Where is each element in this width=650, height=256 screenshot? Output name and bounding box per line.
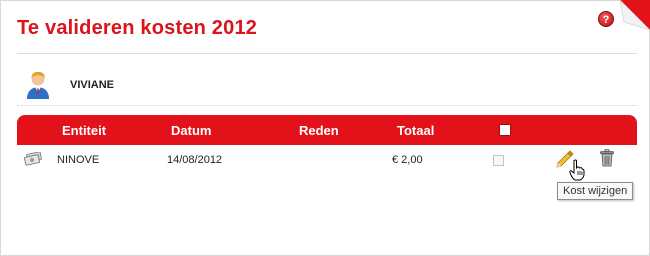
- user-divider: [17, 105, 637, 106]
- user-name: VIVIANE: [70, 79, 115, 91]
- expenses-panel: Te valideren kosten 2012 ? VIVIANE Entit…: [0, 0, 650, 256]
- select-all-checkbox[interactable]: [499, 124, 511, 136]
- page-title: Te valideren kosten 2012: [17, 17, 258, 39]
- page-curl-icon: [620, 0, 650, 30]
- edit-tooltip: Kost wijzigen: [557, 182, 634, 200]
- cell-datum: 14/08/2012: [167, 154, 223, 166]
- table-row: NINOVE 14/08/2012 € 2,00: [17, 147, 637, 181]
- column-header-entiteit[interactable]: Entiteit: [62, 123, 106, 138]
- money-bills-icon: [24, 152, 42, 166]
- user-avatar-icon: [27, 71, 49, 99]
- row-checkbox[interactable]: [493, 155, 504, 166]
- title-divider: [17, 53, 637, 54]
- help-icon[interactable]: ?: [598, 11, 614, 27]
- column-header-datum[interactable]: Datum: [171, 123, 211, 138]
- trash-icon[interactable]: [599, 149, 615, 167]
- cell-totaal: € 2,00: [392, 154, 423, 166]
- table-header: Entiteit Datum Reden Totaal: [17, 115, 637, 145]
- cell-entiteit: NINOVE: [57, 154, 100, 166]
- column-header-reden[interactable]: Reden: [299, 123, 339, 138]
- column-header-totaal[interactable]: Totaal: [397, 123, 434, 138]
- hand-cursor-icon: [569, 159, 585, 181]
